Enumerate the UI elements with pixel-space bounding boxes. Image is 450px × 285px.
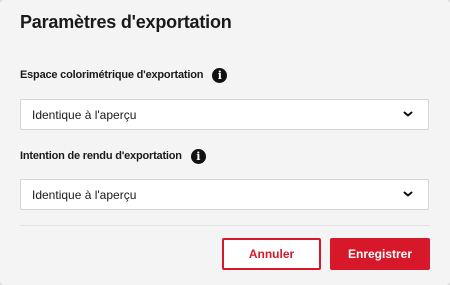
- color-space-label-row: Espace colorimétrique d'exportation i: [20, 66, 228, 84]
- chevron-down-icon: [403, 111, 413, 117]
- dialog-title: Paramètres d'exportation: [20, 12, 232, 32]
- footer-divider: [20, 225, 430, 226]
- color-space-label: Espace colorimétrique d'exportation: [20, 69, 204, 81]
- cancel-button[interactable]: Annuler: [222, 238, 321, 270]
- color-space-value: Identique à l'aperçu: [32, 107, 137, 122]
- save-button[interactable]: Enregistrer: [330, 238, 430, 270]
- export-settings-dialog: Paramètres d'exportation Espace colorimé…: [0, 0, 450, 285]
- render-intent-value: Identique à l'aperçu: [32, 187, 137, 202]
- render-intent-label-row: Intention de rendu d'exportation i: [20, 147, 206, 165]
- chevron-down-icon: [403, 191, 413, 197]
- info-icon[interactable]: i: [212, 67, 228, 83]
- render-intent-label: Intention de rendu d'exportation: [20, 150, 182, 162]
- render-intent-select[interactable]: Identique à l'aperçu: [20, 179, 429, 210]
- info-icon[interactable]: i: [190, 148, 206, 164]
- color-space-select[interactable]: Identique à l'aperçu: [20, 99, 429, 130]
